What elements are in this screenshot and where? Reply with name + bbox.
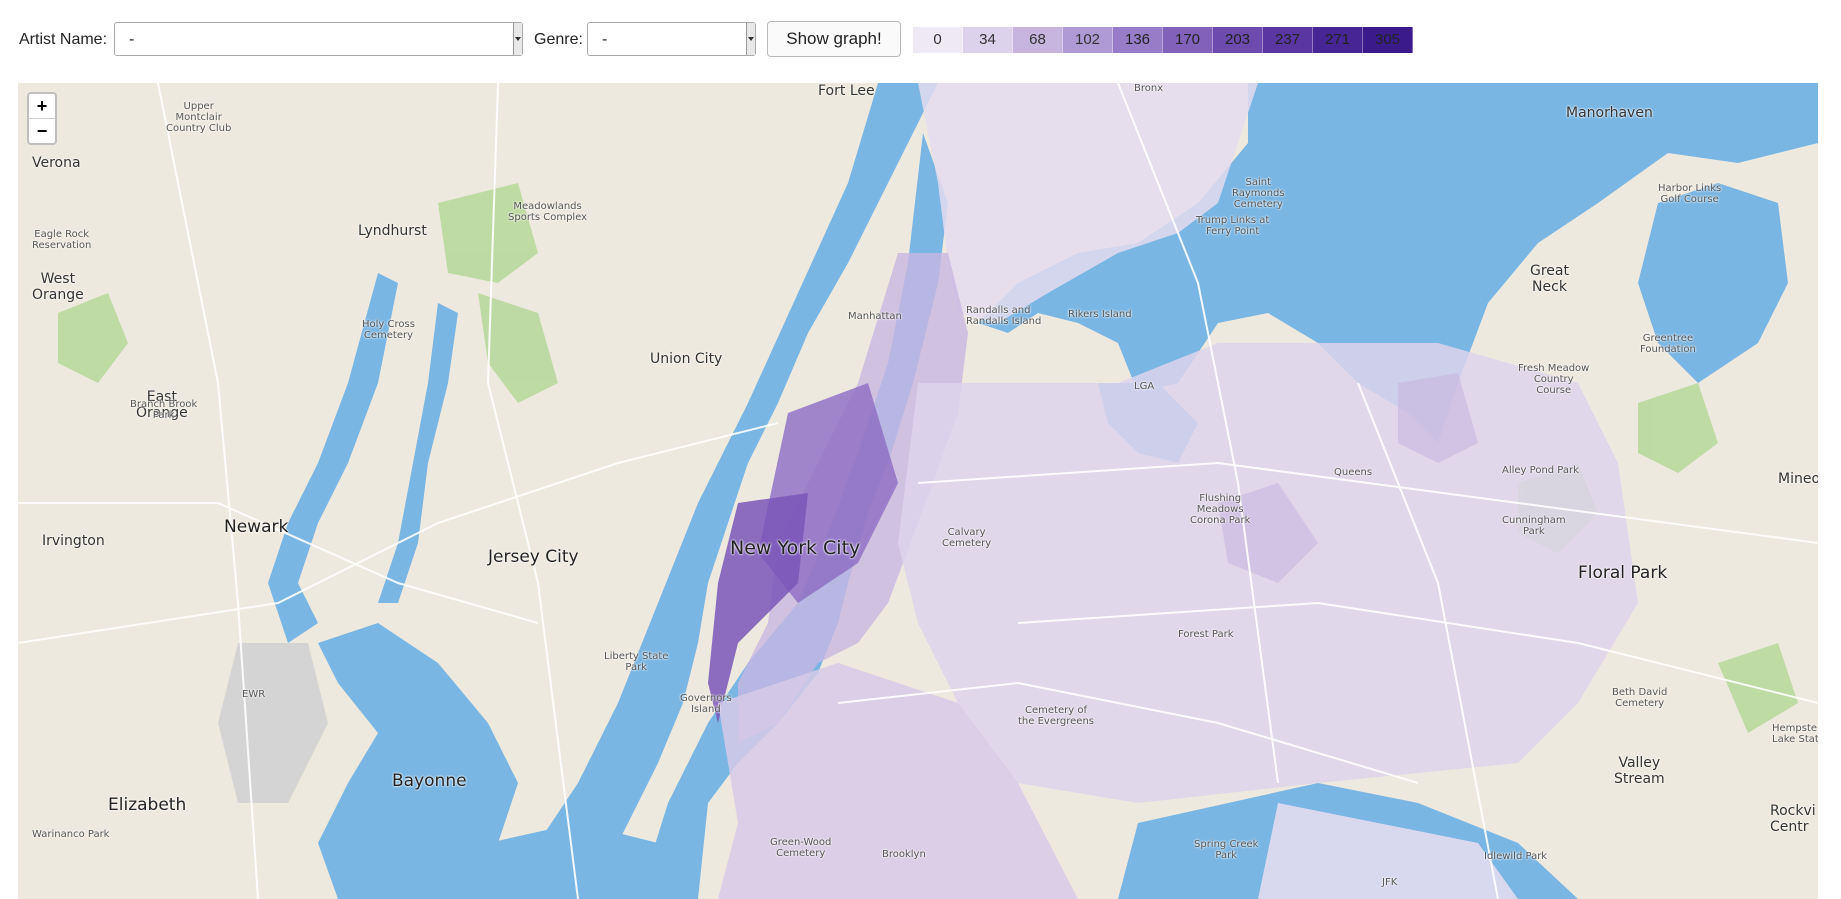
artist-name-label: Artist Name: — [19, 31, 108, 48]
place-eagle-rock: Eagle Rock Reservation — [32, 229, 92, 251]
place-flushing-meadows: Flushing Meadows Corona Park — [1190, 493, 1251, 526]
chevron-down-icon — [746, 23, 755, 55]
place-meadowlands: Meadowlands Sports Complex — [508, 201, 588, 223]
toolbar: Artist Name: - Genre: - Show graph! 0 34 6… — [0, 0, 1841, 80]
legend-swatch: 305 — [1363, 27, 1413, 53]
airport-area — [218, 643, 328, 803]
place-forest-park: Forest Park — [1178, 629, 1234, 640]
place-randalls-island: Randalls and Randalls Island — [966, 305, 1042, 327]
place-jersey-city: Jersey City — [488, 547, 579, 567]
place-trump-links: Trump Links at Ferry Point — [1196, 215, 1270, 237]
legend-swatch: 0 — [913, 27, 963, 53]
place-west-orange: West Orange — [32, 271, 84, 303]
place-brooklyn: Brooklyn — [882, 849, 926, 860]
place-harbor-links: Harbor Links Golf Course — [1658, 183, 1722, 205]
place-verona: Verona — [32, 155, 81, 171]
place-manhattan: Manhattan — [848, 311, 902, 322]
place-union-city: Union City — [650, 351, 723, 367]
zoom-in-button[interactable]: + — [29, 94, 55, 118]
show-graph-button[interactable]: Show graph! — [767, 21, 901, 57]
genre-label: Genre: — [534, 31, 583, 48]
artist-name-value: - — [129, 31, 135, 48]
legend-swatch: 68 — [1013, 27, 1063, 53]
zoom-out-button[interactable]: − — [29, 118, 55, 143]
zoom-control: + − — [27, 92, 57, 145]
place-bayonne: Bayonne — [392, 771, 467, 791]
place-branch-brook-park: Branch Brook Park — [130, 399, 198, 421]
place-bronx: Bronx — [1134, 83, 1164, 94]
map-view[interactable]: + − Verona Lyndhurst West Orange East Or… — [18, 83, 1818, 899]
place-fresh-meadow: Fresh Meadow Country Course — [1518, 363, 1590, 396]
place-elizabeth: Elizabeth — [108, 795, 187, 815]
place-beth-david: Beth David Cemetery — [1612, 687, 1668, 709]
place-newark: Newark — [224, 517, 289, 537]
genre-select[interactable]: - — [587, 22, 756, 56]
place-greentree-foundation: Greentree Foundation — [1640, 333, 1696, 355]
place-calvary-cemetery: Calvary Cemetery — [942, 527, 992, 549]
place-spring-creek: Spring Creek Park — [1194, 839, 1259, 861]
place-fort-lee: Fort Lee — [818, 83, 875, 99]
legend-swatch: 102 — [1063, 27, 1113, 53]
place-irvington: Irvington — [42, 533, 105, 549]
place-governors-island: Governors Island — [680, 693, 732, 715]
place-floral-park: Floral Park — [1578, 563, 1668, 583]
place-alley-pond-park: Alley Pond Park — [1502, 465, 1579, 476]
place-rockville-centre: Rockvi Centr — [1770, 803, 1816, 835]
place-new-york-city: New York City — [730, 537, 861, 559]
place-valley-stream: Valley Stream — [1614, 755, 1665, 787]
place-idlewild-park: Idlewild Park — [1484, 851, 1548, 862]
place-st-raymonds: Saint Raymonds Cemetery — [1232, 177, 1285, 210]
place-holy-cross: Holy Cross Cemetery — [362, 319, 415, 341]
place-hempstead-lake: Hempste Lake State — [1772, 723, 1818, 745]
legend-swatch: 203 — [1213, 27, 1263, 53]
place-jfk-airport: JFK — [1382, 877, 1398, 888]
artist-name-select[interactable]: - — [114, 22, 523, 56]
place-green-wood-cemetery: Green-Wood Cemetery — [770, 837, 832, 859]
map-basemap — [18, 83, 1818, 899]
place-great-neck: Great Neck — [1530, 263, 1569, 295]
legend-swatch: 271 — [1313, 27, 1363, 53]
color-legend: 0 34 68 102 136 170 203 237 271 305 — [913, 27, 1413, 53]
place-ewr-airport: EWR — [242, 689, 266, 700]
place-liberty-state-park: Liberty State Park — [604, 651, 669, 673]
place-lga-airport: LGA — [1134, 381, 1155, 392]
place-lyndhurst: Lyndhurst — [358, 223, 427, 239]
legend-swatch: 34 — [963, 27, 1013, 53]
place-cunningham-park: Cunningham Park — [1502, 515, 1566, 537]
legend-swatch: 170 — [1163, 27, 1213, 53]
place-montclair-country-club: Upper Montclair Country Club — [166, 101, 232, 134]
place-mineola: Mineo — [1778, 471, 1818, 487]
place-manorhaven: Manorhaven — [1566, 105, 1653, 121]
place-cemetery-of-evergreens: Cemetery of the Evergreens — [1018, 705, 1095, 727]
legend-swatch: 136 — [1113, 27, 1163, 53]
place-queens: Queens — [1334, 467, 1373, 478]
chevron-down-icon — [513, 23, 522, 55]
place-rikers-island: Rikers Island — [1068, 309, 1132, 320]
legend-swatch: 237 — [1263, 27, 1313, 53]
genre-value: - — [602, 31, 608, 48]
place-warinanco-park: Warinanco Park — [32, 829, 110, 840]
